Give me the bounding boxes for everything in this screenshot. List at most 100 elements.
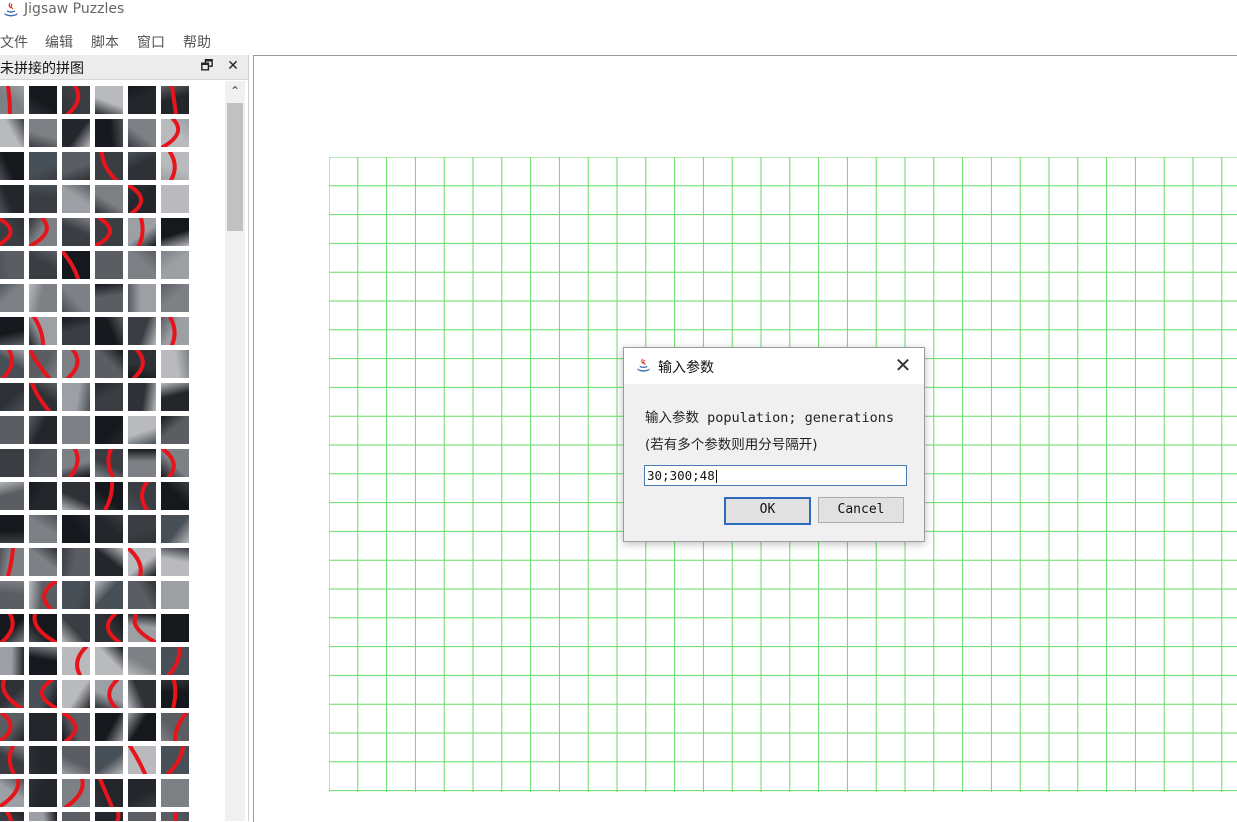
puzzle-piece[interactable] <box>95 416 123 444</box>
puzzle-piece[interactable] <box>29 482 57 510</box>
puzzle-piece[interactable] <box>29 614 57 642</box>
puzzle-piece[interactable] <box>161 812 189 821</box>
puzzle-piece[interactable] <box>95 680 123 708</box>
puzzle-piece[interactable] <box>161 119 189 147</box>
puzzle-piece[interactable] <box>161 383 189 411</box>
puzzle-piece[interactable] <box>29 779 57 807</box>
puzzle-piece[interactable] <box>128 647 156 675</box>
puzzle-piece[interactable] <box>95 581 123 609</box>
menu-help[interactable]: 帮助 <box>183 32 211 52</box>
puzzle-piece[interactable] <box>62 449 90 477</box>
puzzle-piece[interactable] <box>95 746 123 774</box>
puzzle-piece[interactable] <box>161 449 189 477</box>
puzzle-piece[interactable] <box>29 647 57 675</box>
restore-window-icon[interactable]: 🗗 <box>198 57 216 75</box>
puzzle-piece[interactable] <box>0 152 24 180</box>
puzzle-piece[interactable] <box>0 515 24 543</box>
puzzle-piece[interactable] <box>29 152 57 180</box>
puzzle-piece[interactable] <box>95 383 123 411</box>
scroll-up-icon[interactable]: ⌃ <box>225 81 245 101</box>
puzzle-piece[interactable] <box>161 218 189 246</box>
puzzle-piece[interactable] <box>29 746 57 774</box>
puzzle-piece[interactable] <box>128 581 156 609</box>
puzzle-piece[interactable] <box>128 680 156 708</box>
puzzle-piece[interactable] <box>95 218 123 246</box>
puzzle-piece[interactable] <box>62 251 90 279</box>
puzzle-piece[interactable] <box>128 317 156 345</box>
puzzle-piece[interactable] <box>0 581 24 609</box>
puzzle-piece[interactable] <box>161 251 189 279</box>
puzzle-piece[interactable] <box>29 185 57 213</box>
puzzle-piece[interactable] <box>0 383 24 411</box>
puzzle-piece[interactable] <box>62 119 90 147</box>
puzzle-piece[interactable] <box>161 317 189 345</box>
puzzle-piece[interactable] <box>95 251 123 279</box>
puzzle-piece[interactable] <box>95 482 123 510</box>
puzzle-piece[interactable] <box>95 152 123 180</box>
puzzle-piece[interactable] <box>29 350 57 378</box>
puzzle-piece[interactable] <box>128 515 156 543</box>
puzzle-piece[interactable] <box>62 350 90 378</box>
puzzle-piece[interactable] <box>0 779 24 807</box>
puzzle-piece[interactable] <box>0 317 24 345</box>
puzzle-piece[interactable] <box>128 86 156 114</box>
puzzle-piece[interactable] <box>128 383 156 411</box>
puzzle-piece[interactable] <box>29 515 57 543</box>
puzzle-piece[interactable] <box>29 119 57 147</box>
puzzle-piece[interactable] <box>0 548 24 576</box>
puzzle-piece[interactable] <box>62 746 90 774</box>
puzzle-piece[interactable] <box>128 185 156 213</box>
puzzle-piece[interactable] <box>0 449 24 477</box>
puzzle-piece[interactable] <box>128 548 156 576</box>
menu-script[interactable]: 脚本 <box>91 32 119 52</box>
puzzle-piece[interactable] <box>0 284 24 312</box>
puzzle-piece[interactable] <box>95 284 123 312</box>
puzzle-piece[interactable] <box>0 251 24 279</box>
puzzle-piece[interactable] <box>128 416 156 444</box>
puzzle-piece[interactable] <box>29 548 57 576</box>
puzzle-piece[interactable] <box>29 416 57 444</box>
close-icon[interactable]: ✕ <box>224 57 242 75</box>
puzzle-piece[interactable] <box>0 218 24 246</box>
puzzle-piece[interactable] <box>161 680 189 708</box>
puzzle-piece[interactable] <box>62 317 90 345</box>
puzzle-piece[interactable] <box>161 746 189 774</box>
puzzle-piece[interactable] <box>62 581 90 609</box>
puzzle-piece[interactable] <box>128 779 156 807</box>
puzzle-piece[interactable] <box>95 449 123 477</box>
puzzle-piece[interactable] <box>161 416 189 444</box>
puzzle-piece[interactable] <box>161 548 189 576</box>
puzzle-piece[interactable] <box>62 812 90 821</box>
puzzle-piece[interactable] <box>0 86 24 114</box>
puzzle-piece[interactable] <box>95 515 123 543</box>
puzzle-piece[interactable] <box>62 416 90 444</box>
puzzle-piece[interactable] <box>95 614 123 642</box>
puzzle-piece[interactable] <box>95 548 123 576</box>
puzzle-piece[interactable] <box>128 284 156 312</box>
puzzle-piece[interactable] <box>161 350 189 378</box>
puzzle-piece[interactable] <box>29 581 57 609</box>
puzzle-piece[interactable] <box>29 449 57 477</box>
puzzle-piece[interactable] <box>128 152 156 180</box>
menu-edit[interactable]: 编辑 <box>45 32 73 52</box>
puzzle-piece[interactable] <box>95 812 123 821</box>
puzzle-piece[interactable] <box>0 119 24 147</box>
puzzle-piece[interactable] <box>161 614 189 642</box>
puzzle-piece[interactable] <box>0 713 24 741</box>
puzzle-piece[interactable] <box>29 317 57 345</box>
puzzle-piece[interactable] <box>128 482 156 510</box>
puzzle-piece[interactable] <box>128 713 156 741</box>
puzzle-piece[interactable] <box>62 515 90 543</box>
puzzle-piece[interactable] <box>62 152 90 180</box>
puzzle-piece[interactable] <box>95 779 123 807</box>
vertical-scrollbar[interactable]: ⌃ <box>225 81 245 821</box>
puzzle-piece[interactable] <box>95 119 123 147</box>
puzzle-piece[interactable] <box>161 482 189 510</box>
parameters-input[interactable]: 30;300;48 <box>644 465 907 486</box>
puzzle-piece[interactable] <box>128 746 156 774</box>
puzzle-piece[interactable] <box>161 647 189 675</box>
puzzle-piece[interactable] <box>0 680 24 708</box>
puzzle-piece[interactable] <box>29 812 57 821</box>
ok-button[interactable]: OK <box>724 497 811 525</box>
puzzle-piece[interactable] <box>0 746 24 774</box>
